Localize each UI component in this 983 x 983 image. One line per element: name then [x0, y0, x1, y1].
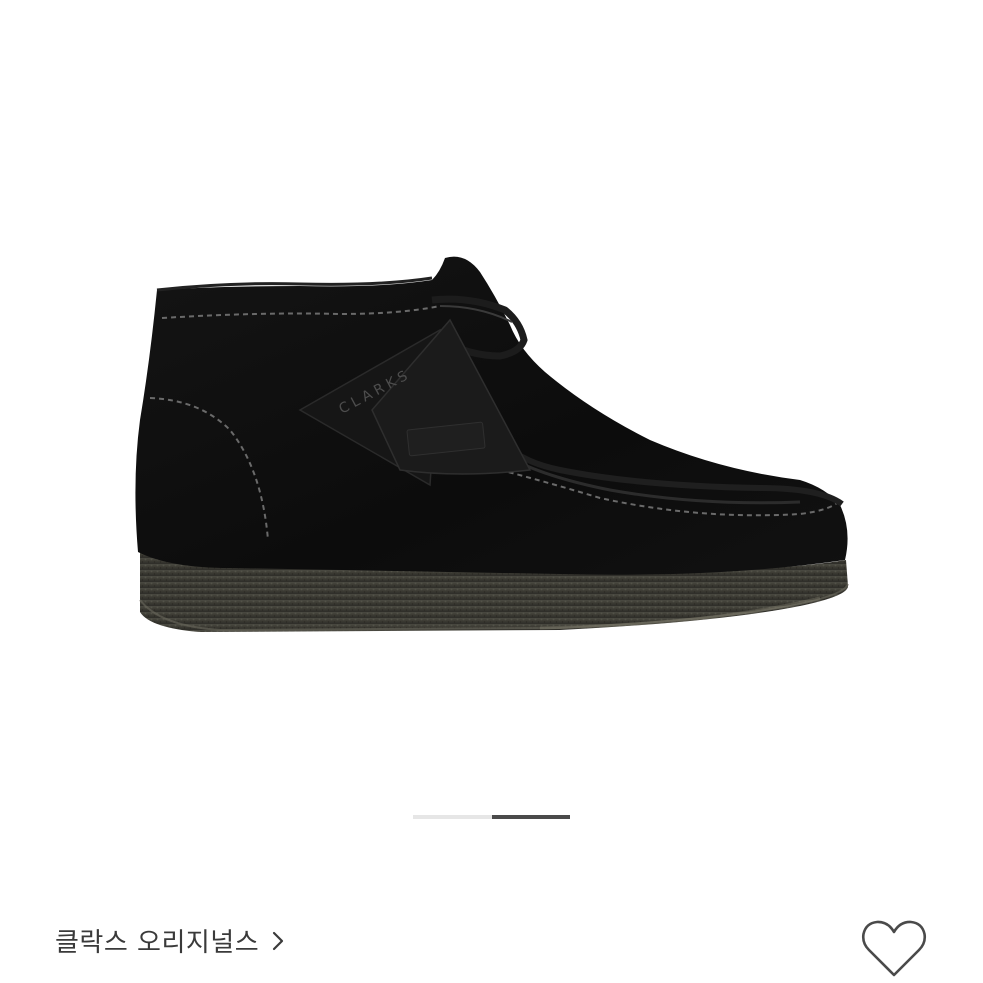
brand-link[interactable]: 클락스 오리지널스 — [55, 922, 285, 959]
product-image[interactable]: CLARKS — [0, 0, 983, 780]
carousel-dot-1[interactable] — [413, 815, 492, 819]
carousel-indicator[interactable] — [413, 815, 570, 819]
heart-outline-icon — [860, 918, 928, 980]
product-detail-page: CLARKS 클락스 오리지널스 — [0, 0, 983, 983]
like-button[interactable] — [860, 918, 928, 980]
carousel-dot-2[interactable] — [491, 815, 570, 819]
brand-name: 클락스 오리지널스 — [55, 928, 260, 958]
boot-illustration: CLARKS — [135, 256, 849, 632]
chevron-right-icon — [271, 930, 285, 952]
